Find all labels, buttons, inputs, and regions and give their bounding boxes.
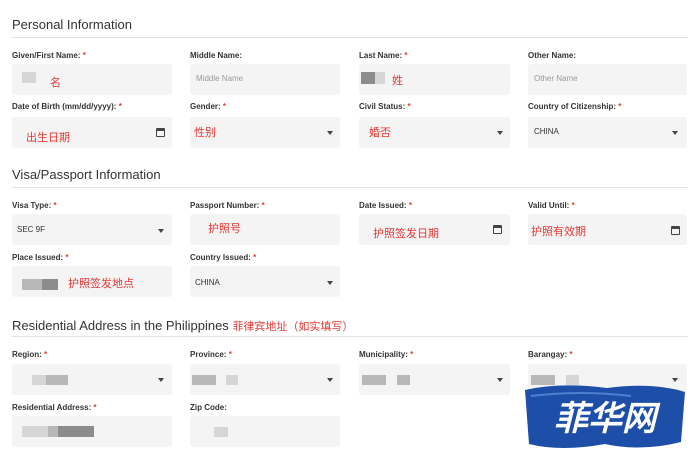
other-name-input[interactable]: Other Name (528, 64, 687, 95)
redacted-value (397, 375, 410, 385)
civil-status-select[interactable]: 婚否 (359, 117, 510, 148)
dob-label: Date of Birth (mm/dd/yyyy): * (12, 102, 122, 111)
first-name-input[interactable]: 名 (12, 64, 172, 95)
redacted-value (42, 279, 58, 290)
other-name-label: Other Name: (528, 51, 577, 60)
calendar-icon[interactable] (156, 128, 165, 137)
dob-annotation: 出生日期 (26, 132, 70, 144)
date-issued-annotation: 护照签发日期 (373, 228, 439, 240)
section-divider (12, 187, 688, 188)
region-label: Region: * (12, 350, 48, 359)
country-issued-label: Country Issued: * (190, 253, 257, 262)
redacted-value (375, 72, 385, 84)
gender-select[interactable]: 性别 (190, 117, 340, 148)
first-name-annotation: 名 (50, 77, 61, 89)
redacted-value (362, 375, 386, 385)
gender-annotation: 性别 (194, 127, 216, 139)
calendar-icon[interactable] (671, 226, 680, 235)
region-select[interactable] (12, 364, 172, 395)
residential-annotation: 菲律宾地址（如实填写） (232, 321, 354, 333)
visa-type-label: Visa Type: * (12, 201, 57, 210)
section-title-personal: Personal Information (12, 17, 132, 32)
chevron-down-icon (327, 378, 333, 382)
watermark-logo: 菲华网 (521, 382, 689, 452)
middle-name-label: Middle Name: (190, 51, 243, 60)
zip-code-label: Zip Code: (190, 403, 227, 412)
redacted-value (22, 279, 42, 290)
redacted-value (226, 375, 238, 385)
redacted-value (192, 375, 216, 385)
place-issued-label: Place Issued: * (12, 253, 69, 262)
citizenship-label: Country of Citizenship: * (528, 102, 622, 111)
municipality-label: Municipality: * (359, 350, 414, 359)
province-label: Province: * (190, 350, 232, 359)
chevron-down-icon (497, 378, 503, 382)
citizenship-value: CHINA (534, 127, 559, 136)
zip-code-input[interactable] (190, 416, 340, 447)
redacted-value (32, 375, 46, 385)
redacted-value (361, 72, 375, 84)
passport-number-annotation: 护照号 (208, 223, 241, 235)
province-select[interactable] (190, 364, 340, 395)
residential-address-label: Residential Address: * (12, 403, 97, 412)
date-issued-label: Date Issued: * (359, 201, 412, 210)
watermark-text: 菲华网 (554, 399, 661, 439)
redacted-value (46, 375, 68, 385)
civil-status-annotation: 婚否 (369, 127, 391, 139)
redacted-value (214, 427, 228, 437)
visa-type-select[interactable]: SEC 9F (12, 214, 172, 245)
other-name-placeholder: Other Name (534, 74, 578, 83)
country-issued-value: CHINA (195, 278, 220, 287)
passport-number-label: Passport Number: * (190, 201, 265, 210)
gender-label: Gender: * (190, 102, 227, 111)
redacted-value (22, 426, 48, 437)
valid-until-input[interactable]: 护照有效期 (528, 214, 687, 245)
passport-number-input[interactable]: 护照号 (190, 214, 340, 245)
chevron-down-icon (672, 131, 678, 135)
place-issued-annotation: 护照签发地点 (68, 278, 134, 290)
section-divider (12, 336, 688, 337)
middle-name-input[interactable]: Middle Name (190, 64, 340, 95)
section-title-residential: Residential Address in the Philippines 菲… (12, 318, 354, 333)
municipality-select[interactable] (359, 364, 510, 395)
first-name-label: Given/First Name: * (12, 51, 86, 60)
visa-type-value: SEC 9F (17, 225, 46, 234)
section-divider (12, 37, 688, 38)
last-name-input[interactable]: 姓 (359, 64, 510, 95)
last-name-annotation: 姓 (392, 75, 403, 87)
logo-badge-icon: 菲华网 (525, 385, 685, 448)
calendar-icon[interactable] (493, 225, 502, 234)
redacted-value (48, 426, 58, 437)
barangay-label: Barangay: * (528, 350, 573, 359)
place-issued-input[interactable]: 护照签发地点 (12, 266, 172, 297)
middle-name-placeholder: Middle Name (196, 74, 244, 83)
residential-address-input[interactable] (12, 416, 172, 447)
chevron-down-icon (327, 131, 333, 135)
redacted-value (22, 72, 36, 83)
civil-status-label: Civil Status: * (359, 102, 411, 111)
valid-until-annotation: 护照有效期 (531, 226, 586, 238)
valid-until-label: Valid Until: * (528, 201, 575, 210)
chevron-down-icon (158, 378, 164, 382)
date-issued-input[interactable]: 护照签发日期 (359, 214, 510, 245)
section-title-visa: Visa/Passport Information (12, 167, 161, 182)
chevron-down-icon (158, 229, 164, 233)
dob-date-input[interactable]: 出生日期 (12, 117, 172, 148)
country-issued-select[interactable]: CHINA (190, 266, 340, 297)
redacted-value (58, 426, 94, 437)
last-name-label: Last Name: * (359, 51, 408, 60)
chevron-down-icon (497, 131, 503, 135)
citizenship-select[interactable]: CHINA (528, 117, 687, 148)
chevron-down-icon (327, 281, 333, 285)
